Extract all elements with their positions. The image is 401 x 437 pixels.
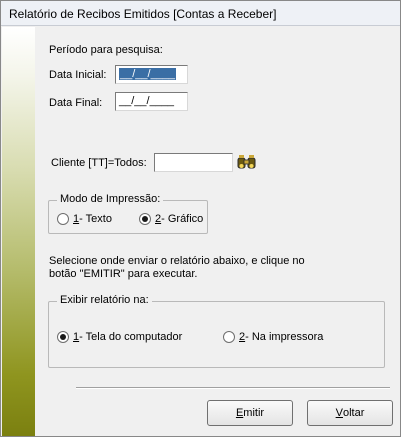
end-date-field[interactable]: __/__/____ [115, 92, 188, 111]
radio-indicator [57, 331, 69, 343]
print-mode-legend: Modo de Impressão: [57, 193, 164, 205]
radio-indicator [57, 213, 69, 225]
window-title: Relatório de Recibos Emitidos [Contas a … [9, 7, 277, 21]
report-dialog-window: Relatório de Recibos Emitidos [Contas a … [0, 0, 401, 437]
radio-label: - Texto [79, 213, 112, 225]
back-button[interactable]: Voltar [307, 400, 393, 426]
period-heading: Período para pesquisa: [49, 44, 163, 56]
client-field[interactable] [154, 153, 233, 172]
emit-accesskey: E [235, 407, 244, 419]
back-label: oltar [342, 407, 365, 419]
instruction-line-1: Selecione onde enviar o relatório abaixo… [49, 255, 305, 267]
output-legend: Exibir relatório na: [57, 294, 152, 306]
output-printer-radio[interactable]: 2 - Na impressora [223, 331, 323, 343]
client-label: Cliente [TT]=Todos: [51, 157, 147, 169]
start-date-value: __/__/____ [119, 68, 177, 80]
radio-label: - Gráfico [161, 213, 204, 225]
radio-label: - Na impressora [245, 331, 324, 343]
button-separator [76, 387, 390, 389]
emit-label: mitir [243, 407, 265, 419]
title-bar[interactable]: Relatório de Recibos Emitidos [Contas a … [1, 1, 400, 26]
start-date-label: Data Inicial: [49, 69, 107, 81]
end-date-label: Data Final: [49, 97, 103, 109]
instruction-line-2: botão "EMITIR" para executar. [49, 268, 198, 280]
print-mode-graphic-radio[interactable]: 2 - Gráfico [139, 213, 203, 225]
print-mode-text-radio[interactable]: 1 - Texto [57, 213, 112, 225]
radio-label: - Tela do computador [79, 331, 183, 343]
decorative-side-strip [2, 27, 35, 436]
emit-button[interactable]: Emitir [207, 400, 293, 426]
binoculars-search-icon[interactable] [237, 154, 257, 172]
radio-indicator [223, 331, 235, 343]
back-accesskey: V [335, 407, 343, 419]
end-date-value: __/__/____ [119, 95, 175, 107]
output-screen-radio[interactable]: 1 - Tela do computador [57, 331, 182, 343]
start-date-field[interactable]: __/__/____ [115, 65, 188, 84]
radio-indicator [139, 213, 151, 225]
